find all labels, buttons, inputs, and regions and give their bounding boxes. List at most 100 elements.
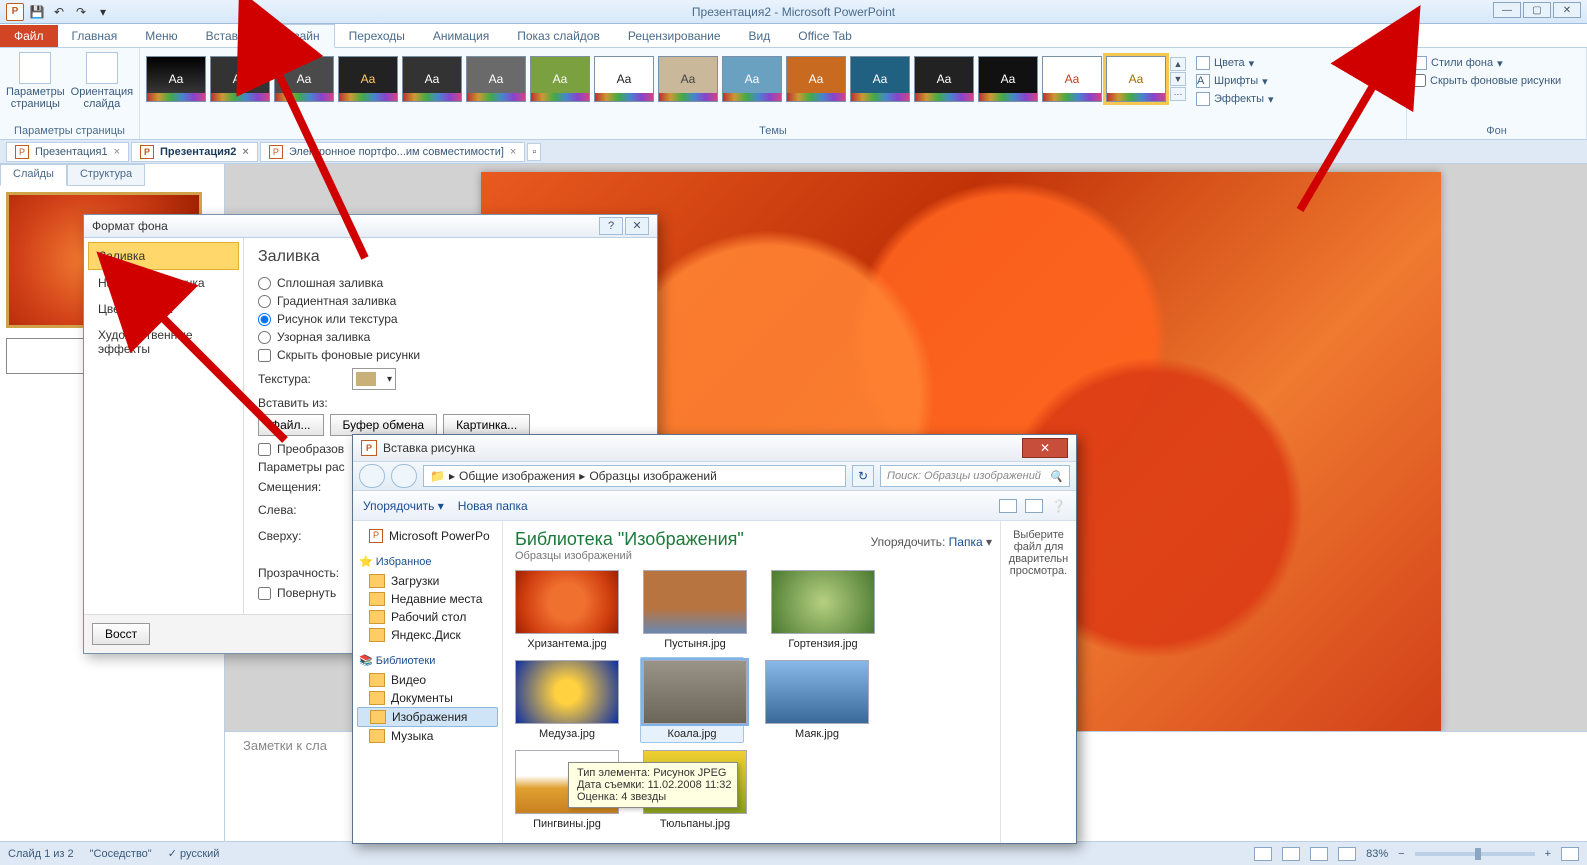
page-setup-button[interactable]: Параметры страницы: [6, 52, 65, 110]
undo-icon[interactable]: ↶: [50, 3, 68, 21]
tree-documents[interactable]: Документы: [357, 689, 498, 707]
tree-downloads[interactable]: Загрузки: [357, 572, 498, 590]
theme-thumb[interactable]: Aa: [146, 56, 206, 102]
maximize-button[interactable]: ▢: [1523, 2, 1551, 18]
insert-clipart-button[interactable]: Картинка...: [443, 414, 530, 436]
theme-thumb[interactable]: Aa: [914, 56, 974, 102]
tab-slideshow[interactable]: Показ слайдов: [503, 25, 614, 47]
slides-tab[interactable]: Слайды: [0, 164, 67, 186]
language-indicator[interactable]: ✓ русский: [168, 847, 220, 860]
theme-thumb[interactable]: Aa: [402, 56, 462, 102]
gallery-up-icon[interactable]: ▲: [1170, 57, 1186, 71]
tree-recent[interactable]: Недавние места: [357, 590, 498, 608]
file-item[interactable]: Хризантема.jpg: [515, 570, 619, 650]
doc-tab-active[interactable]: PПрезентация2×: [131, 142, 258, 162]
hide-bg-checkbox[interactable]: Скрыть фоновые рисунки: [1413, 74, 1580, 87]
fill-picture-radio[interactable]: Рисунок или текстура: [258, 312, 643, 326]
zoom-slider[interactable]: [1415, 852, 1535, 856]
hide-bg-check[interactable]: [1413, 74, 1426, 87]
close-icon[interactable]: ×: [242, 146, 248, 158]
tree-music[interactable]: Музыка: [357, 727, 498, 745]
nav-artistic-effects[interactable]: Художественные эффекты: [88, 322, 239, 362]
outline-tab[interactable]: Структура: [67, 164, 145, 186]
insert-clipboard-button[interactable]: Буфер обмена: [330, 414, 438, 436]
view-dropdown[interactable]: [999, 499, 1017, 513]
fill-gradient-radio[interactable]: Градиентная заливка: [258, 294, 643, 308]
tab-design[interactable]: Дизайн: [264, 24, 334, 48]
tree-pictures[interactable]: Изображения: [357, 707, 498, 727]
theme-thumb-selected[interactable]: Aa: [1106, 56, 1166, 102]
close-icon[interactable]: ×: [114, 146, 120, 158]
crumb-item[interactable]: Образцы изображений: [589, 469, 716, 483]
tab-transitions[interactable]: Переходы: [335, 25, 419, 47]
new-doc-button[interactable]: ▫: [527, 143, 541, 161]
theme-thumb[interactable]: Aa: [530, 56, 590, 102]
theme-thumb[interactable]: Aa: [658, 56, 718, 102]
background-styles-dropdown[interactable]: Стили фона ▾: [1413, 56, 1580, 70]
file-tab[interactable]: Файл: [0, 25, 58, 47]
theme-thumb[interactable]: Aa: [978, 56, 1038, 102]
dialog-titlebar[interactable]: Формат фона ? ✕: [84, 215, 657, 238]
insert-file-button[interactable]: Файл...: [258, 414, 324, 436]
dialog-titlebar[interactable]: P Вставка рисунка ✕: [353, 435, 1076, 461]
search-input[interactable]: Поиск: Образцы изображений🔍: [880, 465, 1070, 487]
dialog-close-button[interactable]: ✕: [625, 217, 649, 235]
sorter-view-button[interactable]: [1282, 847, 1300, 861]
file-item[interactable]: Гортензия.jpg: [771, 570, 875, 650]
sort-control[interactable]: Упорядочить: Папка ▾: [871, 535, 992, 549]
redo-icon[interactable]: ↷: [72, 3, 90, 21]
slideshow-view-button[interactable]: [1338, 847, 1356, 861]
close-icon[interactable]: ×: [510, 146, 516, 158]
tab-view[interactable]: Вид: [735, 25, 785, 47]
fill-solid-radio[interactable]: Сплошная заливка: [258, 276, 643, 290]
save-icon[interactable]: 💾: [28, 3, 46, 21]
theme-thumb[interactable]: Aa: [338, 56, 398, 102]
close-button[interactable]: ✕: [1553, 2, 1581, 18]
texture-dropdown[interactable]: ▾: [352, 368, 396, 390]
dialog-close-button[interactable]: ✕: [1022, 438, 1068, 458]
hide-bg-graphics-check[interactable]: Скрыть фоновые рисунки: [258, 348, 643, 362]
doc-tab[interactable]: PЭлектронное портфо...им совместимости]×: [260, 142, 526, 162]
theme-thumb[interactable]: Aa: [210, 56, 270, 102]
new-folder-button[interactable]: Новая папка: [458, 499, 528, 513]
nav-picture-corrections[interactable]: Настройка рисунка: [88, 270, 239, 296]
tab-officetab[interactable]: Office Tab: [784, 25, 866, 47]
qat-dropdown-icon[interactable]: ▾: [94, 3, 112, 21]
theme-thumb[interactable]: Aa: [594, 56, 654, 102]
tree-desktop[interactable]: Рабочий стол: [357, 608, 498, 626]
theme-thumb[interactable]: Aa: [850, 56, 910, 102]
reset-background-button[interactable]: Восст: [92, 623, 150, 645]
tab-insert[interactable]: Вставка: [192, 25, 265, 47]
tree-powerpoint[interactable]: PMicrosoft PowerPo: [357, 527, 498, 545]
doc-tab[interactable]: PПрезентация1×: [6, 142, 129, 162]
theme-thumb[interactable]: Aa: [274, 56, 334, 102]
fill-pattern-radio[interactable]: Узорная заливка: [258, 330, 643, 344]
zoom-out-button[interactable]: −: [1398, 848, 1404, 860]
theme-thumb[interactable]: Aa: [786, 56, 846, 102]
normal-view-button[interactable]: [1254, 847, 1272, 861]
gallery-more-icon[interactable]: ⋯: [1170, 87, 1186, 101]
crumb-item[interactable]: Общие изображения: [459, 469, 575, 483]
theme-thumb[interactable]: Aa: [466, 56, 526, 102]
help-icon[interactable]: ❔: [1051, 499, 1066, 513]
nav-fill[interactable]: Заливка: [88, 242, 239, 270]
preview-toggle[interactable]: [1025, 499, 1043, 513]
zoom-in-button[interactable]: +: [1545, 848, 1551, 860]
nav-picture-color[interactable]: Цвет рисунка: [88, 296, 239, 322]
file-item[interactable]: Маяк.jpg: [765, 660, 869, 740]
tab-menu[interactable]: Меню: [131, 25, 191, 47]
tree-yandex[interactable]: Яндекс.Диск: [357, 626, 498, 644]
effects-dropdown[interactable]: Эффекты ▾: [1196, 92, 1274, 106]
gallery-down-icon[interactable]: ▼: [1170, 72, 1186, 86]
theme-thumb[interactable]: Aa: [722, 56, 782, 102]
file-item[interactable]: Медуза.jpg: [515, 660, 619, 740]
tab-review[interactable]: Рецензирование: [614, 25, 735, 47]
theme-thumb[interactable]: Aa: [1042, 56, 1102, 102]
back-button[interactable]: [359, 464, 385, 488]
tab-animation[interactable]: Анимация: [419, 25, 503, 47]
organize-dropdown[interactable]: Упорядочить ▾: [363, 499, 444, 513]
file-item[interactable]: Пустыня.jpg: [643, 570, 747, 650]
breadcrumb[interactable]: 📁 ▸ Общие изображения ▸ Образцы изображе…: [423, 465, 846, 487]
help-button[interactable]: ?: [599, 217, 623, 235]
fit-button[interactable]: [1561, 847, 1579, 861]
